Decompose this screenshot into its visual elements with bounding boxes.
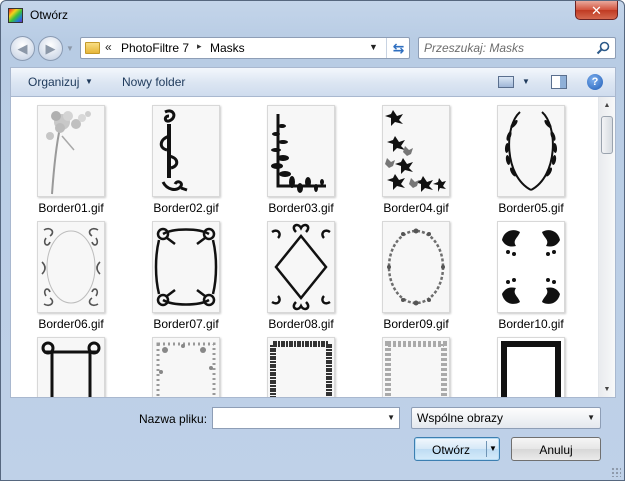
filename-chevron-down-icon[interactable]: ▼ [387, 413, 395, 422]
file-item[interactable]: Border10.gif [481, 213, 581, 333]
file-item[interactable]: Border04.gif [366, 97, 466, 217]
mask-rough-frame-thumbnail [267, 337, 335, 397]
file-item[interactable] [136, 329, 236, 397]
vertical-scrollbar[interactable]: ▲ ▼ [598, 97, 615, 397]
search-icon[interactable] [596, 41, 610, 55]
back-button[interactable]: ◀ [10, 36, 35, 61]
cancel-button[interactable]: Anuluj [511, 437, 601, 461]
search-box[interactable] [418, 37, 616, 59]
search-input[interactable] [424, 40, 590, 56]
breadcrumb-overflow[interactable]: « [105, 40, 112, 54]
address-bar[interactable]: « PhotoFiltre 7 ▸ Masks ▼ ⇆ [80, 37, 410, 59]
file-item[interactable]: Border09.gif [366, 213, 466, 333]
preview-pane-icon[interactable] [551, 75, 567, 89]
scrollbar-thumb[interactable] [601, 116, 613, 154]
mask-floral-frame-thumbnail [152, 337, 220, 397]
file-item[interactable]: Border08.gif [251, 213, 351, 333]
mask-scroll-side-thumbnail [152, 105, 220, 197]
mask-leaf-corners-thumbnail [497, 221, 565, 313]
open-button-label: Otwórz [431, 443, 470, 457]
file-item[interactable]: Border02.gif [136, 97, 236, 217]
mask-vine-oval-thumbnail [382, 221, 450, 313]
close-icon: ✕ [591, 2, 602, 18]
file-item[interactable]: Border07.gif [136, 213, 236, 333]
file-type-value: Wspólne obrazy [417, 411, 504, 425]
folder-icon [85, 42, 100, 54]
open-file-dialog: Otwórz ✕ ◀ ▶ ▼ « PhotoFiltre 7 ▸ Masks ▼… [0, 0, 625, 481]
change-view-icon[interactable] [498, 76, 514, 88]
filename-label: Nazwa pliku: [139, 412, 208, 426]
scroll-down-arrow-icon[interactable]: ▼ [599, 381, 615, 397]
close-button[interactable]: ✕ [575, 1, 618, 20]
scroll-up-arrow-icon[interactable]: ▲ [599, 97, 615, 113]
new-folder-button[interactable]: Nowy folder [122, 75, 185, 89]
mask-brush-frame-thumbnail [497, 337, 565, 397]
mask-flower-thumbnail [37, 105, 105, 197]
mask-post-curl-thumbnail [37, 337, 105, 397]
resize-grip-icon[interactable] [611, 467, 621, 477]
mask-knot-frame-thumbnail [152, 221, 220, 313]
file-item[interactable] [366, 329, 466, 397]
back-arrow-icon: ◀ [17, 40, 28, 56]
open-options-chevron-down-icon[interactable]: ▼ [489, 444, 497, 453]
file-item[interactable] [21, 329, 121, 397]
cancel-button-label: Anuluj [539, 443, 573, 457]
breadcrumb-separator-icon[interactable]: ▸ [197, 41, 202, 52]
recent-locations-chevron-down-icon[interactable]: ▼ [66, 44, 74, 53]
file-list[interactable]: Border01.gif Border02.gif Border03.gif B… [10, 96, 616, 398]
refresh-icon: ⇆ [392, 39, 405, 56]
filename-input[interactable] [216, 410, 376, 426]
breadcrumb-masks[interactable]: Masks [210, 41, 245, 55]
breadcrumb-photofiltre[interactable]: PhotoFiltre 7 [121, 41, 189, 55]
help-icon[interactable]: ? [587, 74, 603, 90]
organize-chevron-down-icon[interactable]: ▼ [85, 77, 93, 86]
mask-maple-corner-thumbnail [382, 105, 450, 197]
title-bar[interactable]: Otwórz ✕ [1, 1, 624, 29]
file-type-chevron-down-icon: ▼ [587, 413, 595, 422]
mask-soft-frame-thumbnail [382, 337, 450, 397]
file-item[interactable]: Border06.gif [21, 213, 121, 333]
photofiltre-app-icon [8, 8, 23, 23]
forward-arrow-icon: ▶ [45, 40, 56, 56]
split-divider [486, 441, 487, 457]
open-button[interactable]: Otwórz ▼ [414, 437, 500, 461]
file-item[interactable]: Border01.gif [21, 97, 121, 217]
mask-ornate-oval-thumbnail [37, 221, 105, 313]
mask-leaf-corner-thumbnail [267, 105, 335, 197]
file-item[interactable] [481, 329, 581, 397]
view-chevron-down-icon[interactable]: ▼ [522, 77, 530, 86]
window-title: Otwórz [30, 8, 69, 22]
file-item[interactable]: Border05.gif [481, 97, 581, 217]
refresh-button[interactable]: ⇆ [386, 38, 410, 58]
file-item[interactable]: Border03.gif [251, 97, 351, 217]
organize-button[interactable]: Organizuj [28, 75, 79, 89]
address-chevron-down-icon[interactable]: ▼ [369, 42, 378, 52]
file-item[interactable] [251, 329, 351, 397]
command-toolbar: Organizuj ▼ Nowy folder ▼ ? [10, 67, 616, 96]
mask-diamond-frame-thumbnail [267, 221, 335, 313]
filename-combobox[interactable]: ▼ [212, 407, 400, 429]
mask-laurel-thumbnail [497, 105, 565, 197]
forward-button[interactable]: ▶ [38, 36, 63, 61]
file-type-select[interactable]: Wspólne obrazy ▼ [411, 407, 601, 429]
